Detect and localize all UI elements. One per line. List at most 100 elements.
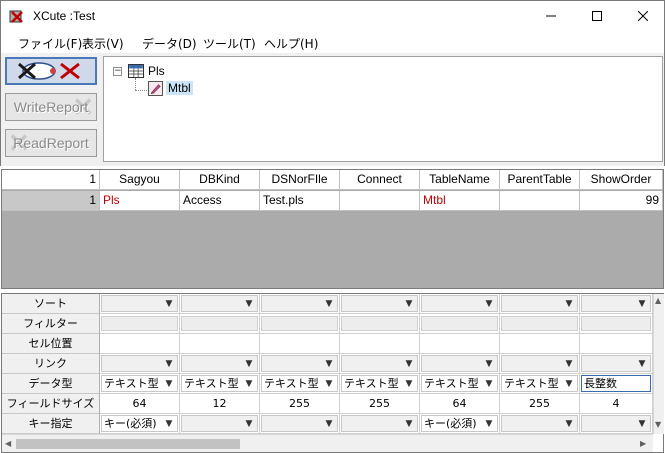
key-combo[interactable]: キー(必須) ▼ — [101, 415, 178, 432]
key-cell[interactable]: ▼ — [260, 414, 340, 434]
link-combo[interactable]: ▼ — [101, 355, 178, 372]
link-cell[interactable]: ▼ — [420, 354, 500, 374]
field-size-cell[interactable]: 255 — [340, 394, 420, 414]
grid-cell[interactable]: Pls — [100, 191, 180, 211]
maximize-button[interactable] — [574, 1, 620, 31]
cell-position-cell[interactable] — [420, 334, 500, 354]
link-combo[interactable]: ▼ — [581, 355, 651, 372]
key-combo[interactable]: ▼ — [261, 415, 338, 432]
chevron-down-icon[interactable]: ▼ — [162, 416, 176, 432]
filter-input[interactable] — [101, 316, 178, 331]
cell-position-cell[interactable] — [100, 334, 180, 354]
chevron-down-icon[interactable]: ▼ — [242, 296, 256, 312]
scroll-left-icon[interactable]: ◀ — [5, 439, 11, 448]
chevron-down-icon[interactable]: ▼ — [482, 376, 496, 392]
scroll-down-icon[interactable]: ▼ — [655, 420, 661, 429]
chevron-down-icon[interactable]: ▼ — [402, 356, 416, 372]
field-size-cell[interactable]: 64 — [420, 394, 500, 414]
grid-cell[interactable]: Access — [180, 191, 260, 211]
data-type-combo[interactable]: テキスト型 ▼ — [421, 375, 498, 392]
column-header[interactable]: Sagyou — [100, 170, 180, 190]
column-header[interactable]: ParentTable — [500, 170, 580, 190]
chevron-down-icon[interactable]: ▼ — [242, 416, 256, 432]
row-header[interactable]: 1 — [2, 191, 100, 211]
link-cell[interactable]: ▼ — [500, 354, 580, 374]
link-combo[interactable]: ▼ — [341, 355, 418, 372]
key-cell[interactable]: キー(必須) ▼ — [420, 414, 500, 434]
field-size-cell[interactable]: 255 — [260, 394, 340, 414]
menu-help[interactable]: ヘルプ(H) — [264, 35, 318, 52]
chevron-down-icon[interactable]: ▼ — [562, 376, 576, 392]
sort-combo[interactable]: ▼ — [181, 295, 258, 312]
field-size-cell[interactable]: 12 — [180, 394, 260, 414]
data-type-combo[interactable]: テキスト型 ▼ — [501, 375, 578, 392]
filter-cell[interactable] — [420, 314, 500, 334]
chevron-down-icon[interactable]: ▼ — [402, 296, 416, 312]
field-size-cell[interactable]: 4 — [580, 394, 653, 414]
filter-cell[interactable] — [580, 314, 653, 334]
chevron-down-icon[interactable]: ▼ — [635, 296, 649, 312]
chevron-down-icon[interactable]: ▼ — [322, 416, 336, 432]
data-type-combo[interactable]: テキスト型 ▼ — [261, 375, 338, 392]
chevron-down-icon[interactable]: ▼ — [562, 356, 576, 372]
key-cell[interactable]: キー(必須) ▼ — [100, 414, 180, 434]
collapse-icon[interactable]: − — [113, 67, 122, 76]
cell-position-cell[interactable] — [260, 334, 340, 354]
grid-cell[interactable]: Mtbl — [420, 191, 500, 211]
close-button[interactable] — [620, 1, 665, 31]
scroll-up-icon[interactable]: ▲ — [655, 296, 661, 305]
link-cell[interactable]: ▼ — [340, 354, 420, 374]
chevron-down-icon[interactable]: ▼ — [482, 416, 496, 432]
sort-cell[interactable]: ▼ — [420, 294, 500, 314]
data-type-cell[interactable]: テキスト型 ▼ — [420, 374, 500, 394]
sort-combo[interactable]: ▼ — [581, 295, 651, 312]
horizontal-scrollbar[interactable]: ◀ ▶ — [2, 434, 653, 452]
key-combo[interactable]: ▼ — [341, 415, 418, 432]
chevron-down-icon[interactable]: ▼ — [162, 296, 176, 312]
scroll-right-icon[interactable]: ▶ — [640, 439, 646, 448]
sort-cell[interactable]: ▼ — [180, 294, 260, 314]
grid-cell[interactable] — [500, 191, 580, 211]
data-type-cell[interactable]: テキスト型 ▼ — [100, 374, 180, 394]
data-type-combo[interactable]: テキスト型 ▼ — [181, 375, 258, 392]
filter-cell[interactable] — [500, 314, 580, 334]
link-combo[interactable]: ▼ — [501, 355, 578, 372]
data-type-cell[interactable]: テキスト型 ▼ — [260, 374, 340, 394]
link-cell[interactable]: ▼ — [580, 354, 653, 374]
key-cell[interactable]: ▼ — [340, 414, 420, 434]
link-combo[interactable]: ▼ — [261, 355, 338, 372]
sort-cell[interactable]: ▼ — [500, 294, 580, 314]
filter-input[interactable] — [421, 316, 498, 331]
key-cell[interactable]: ▼ — [580, 414, 653, 434]
filter-input[interactable] — [181, 316, 258, 331]
grid-cell[interactable] — [340, 191, 420, 211]
menu-data[interactable]: データ(D) — [142, 35, 197, 52]
chevron-down-icon[interactable]: ▼ — [322, 376, 336, 392]
filter-input[interactable] — [341, 316, 418, 331]
column-header[interactable]: DSNorFIle — [260, 170, 340, 190]
field-size-cell[interactable]: 64 — [100, 394, 180, 414]
write-report-button[interactable]: ✕ WriteReport — [5, 93, 97, 121]
data-type-combo[interactable]: テキスト型 ▼ — [101, 375, 178, 392]
key-combo[interactable]: ▼ — [581, 415, 651, 432]
sort-cell[interactable]: ▼ — [340, 294, 420, 314]
chevron-down-icon[interactable]: ▼ — [242, 356, 256, 372]
menu-file[interactable]: ファイル(F) — [18, 35, 82, 52]
filter-input[interactable] — [261, 316, 338, 331]
data-type-cell[interactable]: テキスト型 ▼ — [180, 374, 260, 394]
sort-cell[interactable]: ▼ — [100, 294, 180, 314]
field-size-cell[interactable]: 255 — [500, 394, 580, 414]
tree-node-root[interactable]: Pls — [148, 64, 165, 78]
vertical-scrollbar[interactable]: ▲ ▼ — [653, 294, 664, 434]
read-report-button[interactable]: ✕ ReadReport — [5, 129, 97, 157]
key-combo[interactable]: キー(必須) ▼ — [421, 415, 498, 432]
chevron-down-icon[interactable]: ▼ — [562, 296, 576, 312]
data-grid[interactable]: 1 Sagyou DBKind DSNorFIle Connect TableN… — [1, 169, 664, 289]
chevron-down-icon[interactable]: ▼ — [402, 416, 416, 432]
filter-cell[interactable] — [180, 314, 260, 334]
tree-view[interactable]: − Pls Mtbl — [103, 56, 663, 162]
column-header[interactable]: TableName — [420, 170, 500, 190]
cell-position-cell[interactable] — [580, 334, 653, 354]
chevron-down-icon[interactable]: ▼ — [322, 296, 336, 312]
grid-cell[interactable]: 99 — [580, 191, 663, 211]
